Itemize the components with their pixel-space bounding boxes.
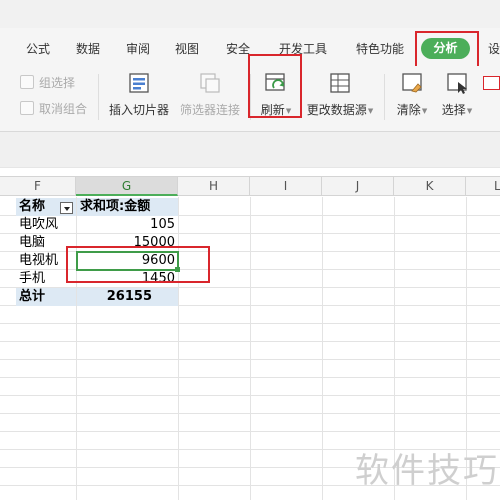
cancel-group-label: 取消组合 [39,101,88,116]
change-data-source-button[interactable]: 更改数据源▼ [304,71,376,121]
formula-bar-area [0,132,500,168]
grid-line [0,323,500,324]
pivot-header-name-label: 名称 [19,199,46,214]
clear-button[interactable]: 清除▼ [392,71,432,121]
grid-line [0,359,500,360]
pivot-row-name[interactable]: 电吹风 [16,216,76,234]
tab-data[interactable]: 数据 [76,40,100,57]
grid-line [322,197,323,500]
slicer-icon [127,71,151,95]
divider [384,74,385,120]
select-label: 选择 [441,103,466,117]
grid-line [0,431,500,432]
grid-line [0,377,500,378]
clear-label: 清除 [396,103,421,117]
column-header-j[interactable]: J [322,177,394,196]
column-header-l[interactable]: L [466,177,500,196]
title-bar [0,0,500,28]
cancel-group-icon [20,101,34,115]
tab-settings-partial[interactable]: 设 [488,40,500,57]
pivot-total-label[interactable]: 总计 [16,288,76,306]
divider [98,74,99,120]
pivot-header-name[interactable]: 名称 [16,198,76,216]
refresh-highlight [248,54,302,118]
tab-review[interactable]: 审阅 [126,40,150,57]
dropdown-arrow-icon: ▼ [367,106,374,115]
pivot-total-value[interactable]: 26155 [77,288,178,306]
grid-line [0,395,500,396]
grid-line [250,197,251,500]
select-button[interactable]: 选择▼ [437,71,477,121]
selected-cell-highlight [66,246,210,283]
cancel-group-button[interactable]: 取消组合 [20,99,87,117]
watermark: 软件技巧 [355,451,499,491]
column-header-g[interactable]: G [76,177,178,196]
grid-line [0,413,500,414]
filter-connection-label: 筛选器连接 [179,103,240,117]
group-select-button[interactable]: 组选择 [20,73,75,91]
insert-slicer-button[interactable]: 插入切片器 [107,71,171,121]
grid-line [178,197,179,500]
column-header-k[interactable]: K [394,177,466,196]
data-source-icon [328,71,352,95]
partial-command-icon [483,76,500,90]
column-header-i[interactable]: I [250,177,322,196]
change-data-source-label: 更改数据源 [306,103,367,117]
pivot-header-value[interactable]: 求和项:金额 [77,198,178,216]
tab-security[interactable]: 安全 [226,40,250,57]
select-icon [445,71,469,95]
column-header-f[interactable]: F [0,177,76,196]
filter-connection-button[interactable]: 筛选器连接 [177,71,243,121]
analyze-tab-highlight [415,31,479,69]
dropdown-arrow-icon: ▼ [421,106,428,115]
tab-formulas[interactable]: 公式 [26,40,50,57]
dropdown-arrow-icon: ▼ [466,106,473,115]
filter-connection-icon [198,71,222,95]
clear-icon [400,71,424,95]
insert-slicer-label: 插入切片器 [108,103,169,117]
tab-special-features[interactable]: 特色功能 [356,40,404,57]
group-select-label: 组选择 [39,75,76,90]
column-header-row: F G H I J K L [0,176,500,196]
grid-line [0,341,500,342]
pivot-row-value[interactable]: 105 [77,216,178,234]
column-header-h[interactable]: H [178,177,250,196]
more-command-partial[interactable] [483,71,500,121]
group-select-icon [20,75,34,89]
filter-dropdown-icon[interactable] [60,202,73,214]
tab-view[interactable]: 视图 [175,40,199,57]
